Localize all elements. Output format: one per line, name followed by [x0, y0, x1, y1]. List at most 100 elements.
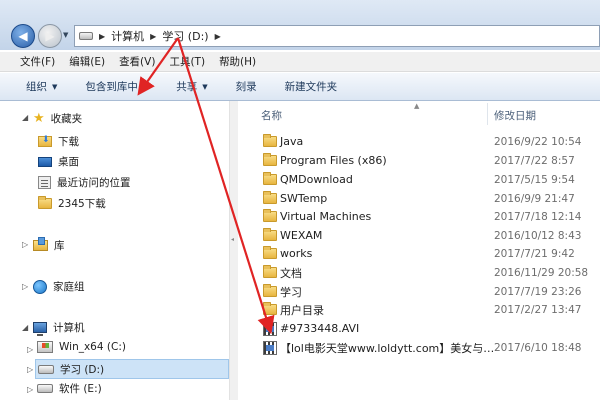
file-name: Virtual Machines	[280, 210, 372, 223]
expand-caret-icon[interactable]: ▷	[27, 385, 33, 394]
file-name: #9733448.AVI	[280, 322, 360, 335]
folder-icon	[263, 134, 277, 147]
file-name: QMDownload	[280, 173, 353, 186]
drive-icon	[37, 384, 53, 393]
file-row[interactable]: WEXAM 2016/10/12 8:43	[239, 226, 600, 245]
nav-desktop[interactable]: 桌面	[38, 154, 79, 169]
file-date: 2017/2/27 13:47	[494, 303, 582, 316]
pane-splitter[interactable]	[229, 101, 238, 400]
organize-label: 组织	[26, 81, 47, 93]
sort-indicator-icon: ▲	[414, 102, 420, 110]
folder-icon	[263, 172, 277, 185]
menu-tools[interactable]: 工具(T)	[169, 54, 205, 69]
nav-libraries[interactable]: 库	[33, 237, 65, 253]
nav-downloads[interactable]: 下载	[38, 134, 79, 149]
forward-button[interactable]: ▶	[38, 24, 62, 48]
nav-homegroup[interactable]: 家庭组	[33, 279, 85, 294]
nav-2345-downloads[interactable]: 2345下载	[38, 196, 106, 211]
nav-label: Win_x64 (C:)	[59, 341, 126, 353]
menu-help[interactable]: 帮助(H)	[219, 54, 256, 69]
organize-button[interactable]: 组织 ▼	[26, 79, 57, 94]
expand-caret-icon[interactable]: ▷	[27, 365, 33, 374]
file-row[interactable]: SWTemp 2016/9/9 21:47	[239, 189, 600, 208]
file-name: works	[280, 247, 313, 260]
recent-pages-dropdown[interactable]: ▼	[63, 31, 68, 39]
file-row[interactable]: 用户目录 2017/2/27 13:47	[239, 300, 600, 319]
file-row[interactable]: 【lol电影天堂www.loldytt.com】美女与… 2017/6/10 1…	[239, 338, 600, 357]
file-row[interactable]: 学习 2017/7/19 23:26	[239, 282, 600, 301]
expand-caret-icon[interactable]: ▷	[22, 240, 28, 249]
nav-label: 家庭组	[53, 281, 85, 293]
expand-caret-icon[interactable]: ▷	[22, 282, 28, 291]
file-date: 2016/9/22 10:54	[494, 135, 582, 148]
address-bar-area: ◀ ▶ ▼ ▶ 计算机 ▶ 学习 (D:) ▶	[0, 0, 600, 50]
file-name: Java	[280, 135, 304, 148]
menu-file[interactable]: 文件(F)	[20, 54, 55, 69]
menu-edit[interactable]: 编辑(E)	[69, 54, 105, 69]
breadcrumb-drive-d[interactable]: 学习 (D:)	[162, 28, 208, 44]
splitter-grip-icon[interactable]: ◂	[231, 236, 234, 243]
breadcrumb-computer[interactable]: 计算机	[111, 28, 144, 44]
file-date: 2017/5/15 9:54	[494, 173, 575, 186]
nav-label: 软件 (E:)	[59, 383, 102, 395]
nav-drive-e[interactable]: 软件 (E:)	[37, 381, 102, 396]
drive-icon	[38, 364, 54, 374]
nav-label: 学习 (D:)	[60, 363, 105, 376]
file-name: WEXAM	[280, 229, 323, 242]
file-row[interactable]: QMDownload 2017/5/15 9:54	[239, 170, 600, 189]
nav-computer[interactable]: 计算机	[33, 320, 85, 336]
command-bar: 组织 ▼ 包含到库中 ▼ 共享 ▼ 刻录 新建文件夹	[0, 73, 600, 101]
include-in-library-button[interactable]: 包含到库中 ▼	[85, 79, 148, 94]
back-button[interactable]: ◀	[11, 24, 35, 48]
folder-icon	[263, 284, 277, 297]
downloads-folder-icon	[38, 135, 52, 147]
menu-bar: 文件(F) 编辑(E) 查看(V) 工具(T) 帮助(H)	[0, 52, 600, 72]
nav-recent-places[interactable]: 最近访问的位置	[38, 175, 131, 190]
nav-label: 桌面	[58, 156, 79, 168]
recent-places-icon	[38, 176, 51, 189]
folder-icon	[263, 153, 277, 166]
file-date: 2017/7/21 9:42	[494, 247, 575, 260]
nav-favorites[interactable]: ★ 收藏夹	[33, 111, 82, 126]
breadcrumb-separator-icon[interactable]: ▶	[99, 32, 105, 41]
column-divider[interactable]	[487, 103, 488, 125]
collapse-caret-icon[interactable]: ◢	[22, 323, 28, 332]
menu-view[interactable]: 查看(V)	[119, 54, 155, 69]
file-date: 2016/10/12 8:43	[494, 229, 582, 242]
file-row[interactable]: Java 2016/9/22 10:54	[239, 132, 600, 151]
nav-label: 下载	[58, 136, 79, 148]
share-button[interactable]: 共享 ▼	[176, 79, 207, 94]
file-row[interactable]: Virtual Machines 2017/7/18 12:14	[239, 207, 600, 226]
column-header-name[interactable]: 名称	[261, 108, 282, 123]
new-folder-button[interactable]: 新建文件夹	[285, 79, 338, 94]
file-row[interactable]: 文档 2016/11/29 20:58	[239, 263, 600, 282]
nav-label: 收藏夹	[50, 113, 83, 125]
chevron-down-icon: ▼	[142, 82, 149, 91]
column-header-modified[interactable]: 修改日期	[494, 108, 536, 123]
breadcrumb-separator-icon[interactable]: ▶	[150, 32, 156, 41]
file-name: 学习	[280, 285, 302, 299]
file-date: 2017/7/22 8:57	[494, 154, 575, 167]
collapse-caret-icon[interactable]: ◢	[22, 113, 28, 122]
navigation-pane: ◢ ★ 收藏夹 下载 桌面 最近访问的位置 2345下载 ▷ 库 ▷ 家庭组 ◢…	[0, 101, 233, 400]
file-row[interactable]: works 2017/7/21 9:42	[239, 244, 600, 263]
file-row[interactable]: #9733448.AVI	[239, 319, 600, 338]
folder-icon	[263, 209, 277, 222]
nav-label: 计算机	[53, 322, 85, 334]
nav-drive-c[interactable]: Win_x64 (C:)	[37, 341, 126, 353]
file-row[interactable]: Program Files (x86) 2017/7/22 8:57	[239, 151, 600, 170]
nav-label: 最近访问的位置	[57, 177, 131, 189]
nav-drive-d[interactable]: 学习 (D:)	[35, 359, 229, 379]
file-list: ▲ 名称 修改日期 Java 2016/9/22 10:54 Program F…	[239, 101, 600, 400]
share-label: 共享	[176, 81, 198, 93]
file-date: 2017/6/10 18:48	[494, 341, 582, 354]
video-file-icon	[263, 321, 277, 336]
burn-button[interactable]: 刻录	[236, 79, 257, 94]
homegroup-icon	[33, 279, 47, 294]
chevron-down-icon: ▼	[202, 82, 208, 91]
file-name: 文档	[280, 266, 302, 280]
address-field[interactable]: ▶ 计算机 ▶ 学习 (D:) ▶	[74, 25, 600, 47]
expand-caret-icon[interactable]: ▷	[27, 345, 33, 354]
breadcrumb-separator-icon[interactable]: ▶	[215, 32, 221, 41]
computer-icon	[33, 322, 47, 336]
